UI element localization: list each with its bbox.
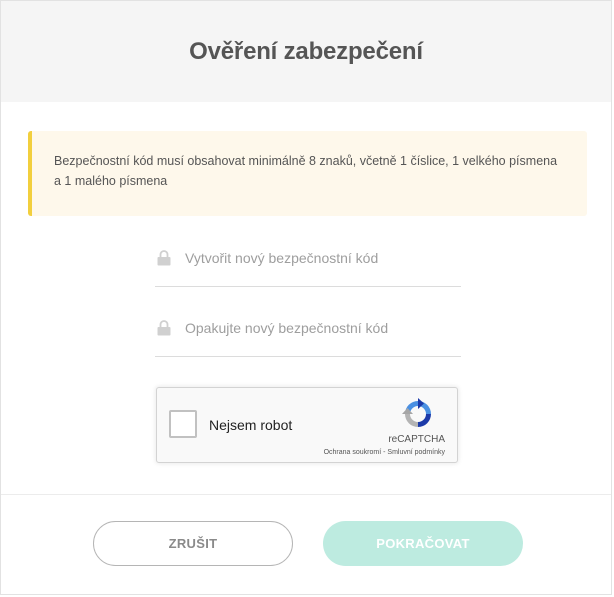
repeat-code-field	[155, 309, 461, 357]
dialog-header: Ověření zabezpečení	[1, 1, 611, 102]
footer-divider	[1, 494, 611, 495]
new-code-field	[155, 239, 461, 287]
new-code-input[interactable]	[185, 245, 455, 271]
password-requirements-notice: Bezpečnostní kód musí obsahovat minimáln…	[28, 131, 587, 216]
recaptcha-links: Ochrana soukromí - Smluvní podmínky	[324, 449, 445, 456]
recaptcha-logo-icon	[402, 398, 434, 430]
continue-button[interactable]: POKRAČOVAT	[323, 521, 523, 566]
notice-text: Bezpečnostní kód musí obsahovat minimáln…	[54, 154, 558, 188]
recaptcha-checkbox-label: Nejsem robot	[209, 417, 293, 433]
recaptcha-privacy-link[interactable]: Ochrana soukromí	[324, 449, 382, 456]
lock-icon	[157, 250, 171, 266]
recaptcha-brand: reCAPTCHA	[388, 434, 445, 445]
recaptcha-widget: Nejsem robot reCAPTCHA Ochrana soukromí …	[156, 387, 458, 463]
dialog-title: Ověření zabezpečení	[189, 37, 423, 65]
lock-icon	[157, 320, 171, 336]
recaptcha-terms-link[interactable]: Smluvní podmínky	[387, 449, 445, 456]
cancel-button[interactable]: ZRUŠIT	[93, 521, 293, 566]
repeat-code-input[interactable]	[185, 315, 455, 341]
security-verification-dialog: Ověření zabezpečení Bezpečnostní kód mus…	[0, 0, 612, 595]
recaptcha-checkbox[interactable]	[169, 410, 197, 438]
